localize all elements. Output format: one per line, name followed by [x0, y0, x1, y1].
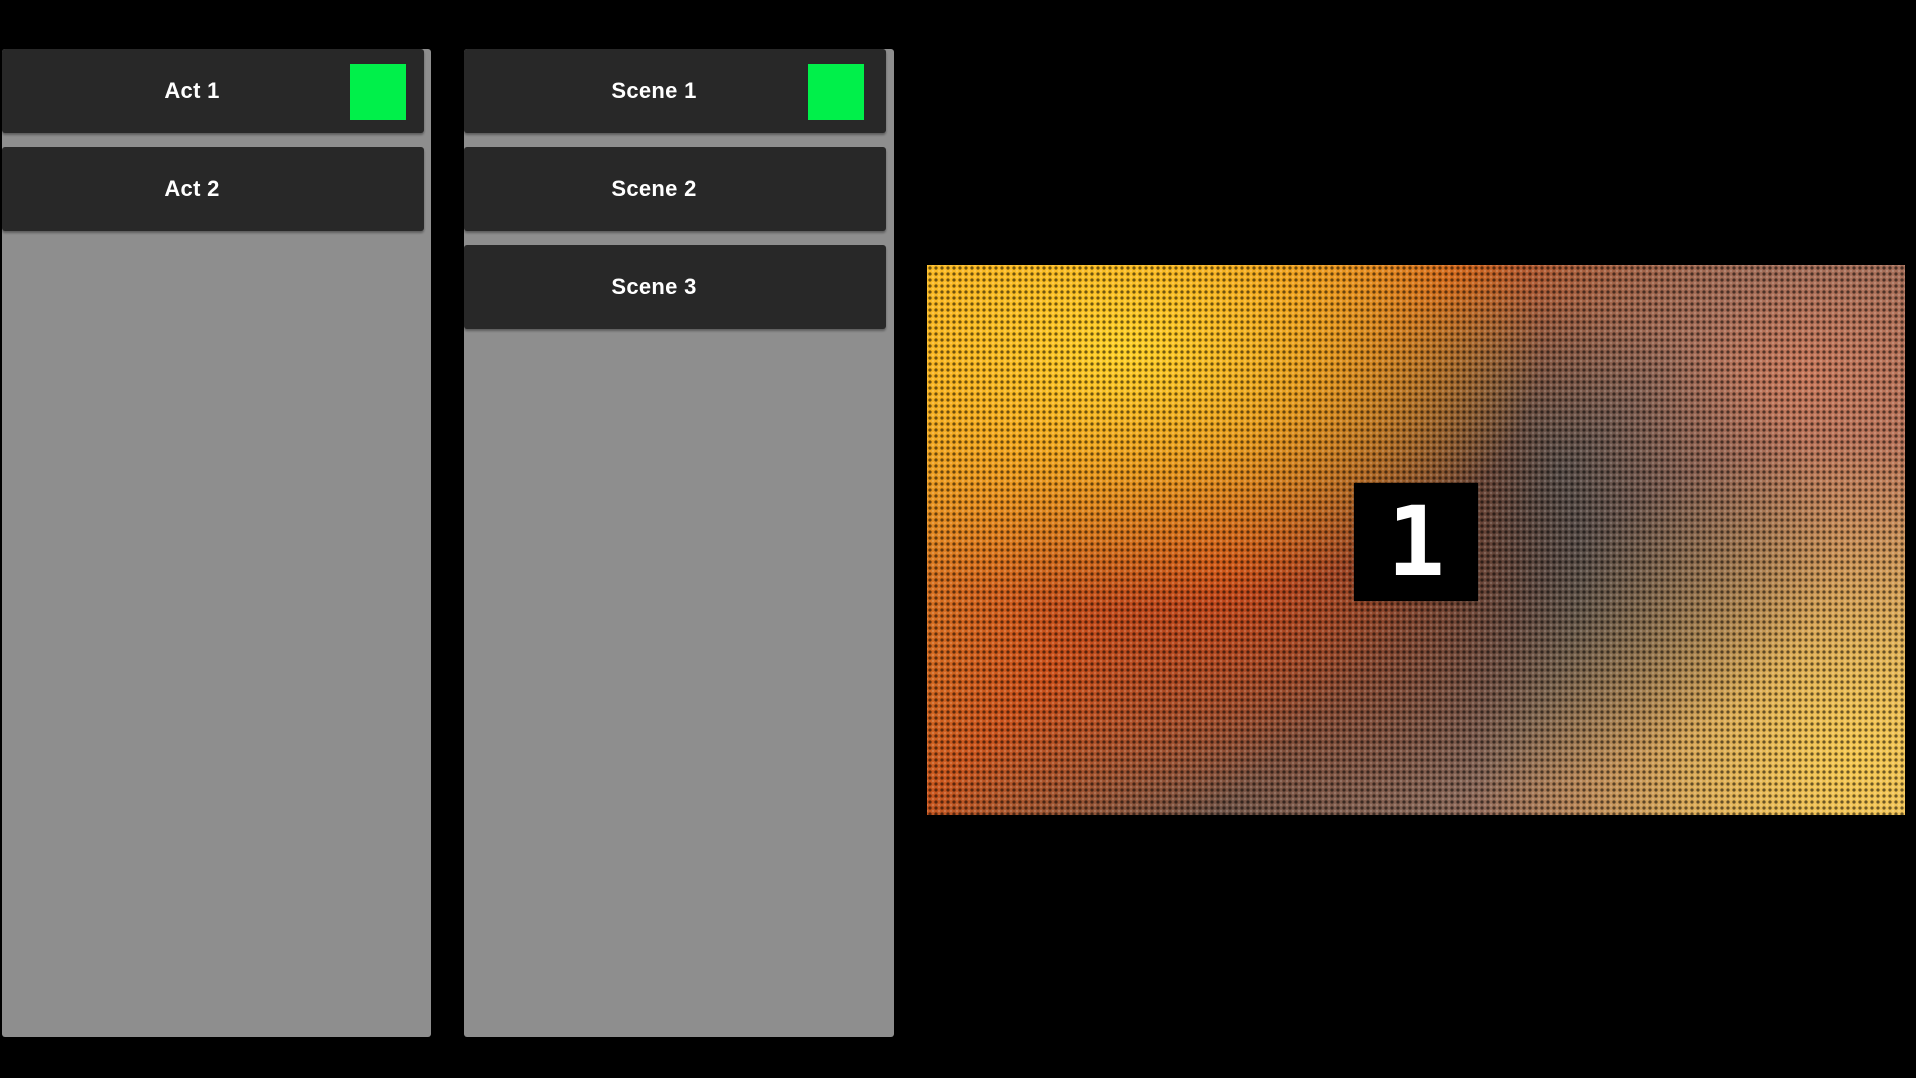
scene-preview: 1: [927, 265, 1905, 815]
act-item-2[interactable]: Act 2: [2, 147, 424, 231]
scenes-list-panel: Scene 1 Scene 2 Scene 3: [464, 49, 894, 1037]
scene-item-label: Scene 1: [611, 78, 697, 103]
preview-number-box: 1: [1354, 483, 1478, 601]
act-item-1[interactable]: Act 1: [2, 49, 424, 133]
scene-item-2[interactable]: Scene 2: [464, 147, 886, 231]
preview-number: 1: [1387, 486, 1445, 598]
scene-item-3[interactable]: Scene 3: [464, 245, 886, 329]
scene-item-1[interactable]: Scene 1: [464, 49, 886, 133]
acts-list-panel: Act 1 Act 2: [2, 49, 431, 1037]
act-item-label: Act 1: [164, 78, 220, 103]
scene-item-label: Scene 3: [611, 274, 697, 299]
scene-item-label: Scene 2: [611, 176, 697, 201]
act-item-label: Act 2: [164, 176, 220, 201]
active-indicator: [350, 64, 406, 120]
active-indicator: [808, 64, 864, 120]
